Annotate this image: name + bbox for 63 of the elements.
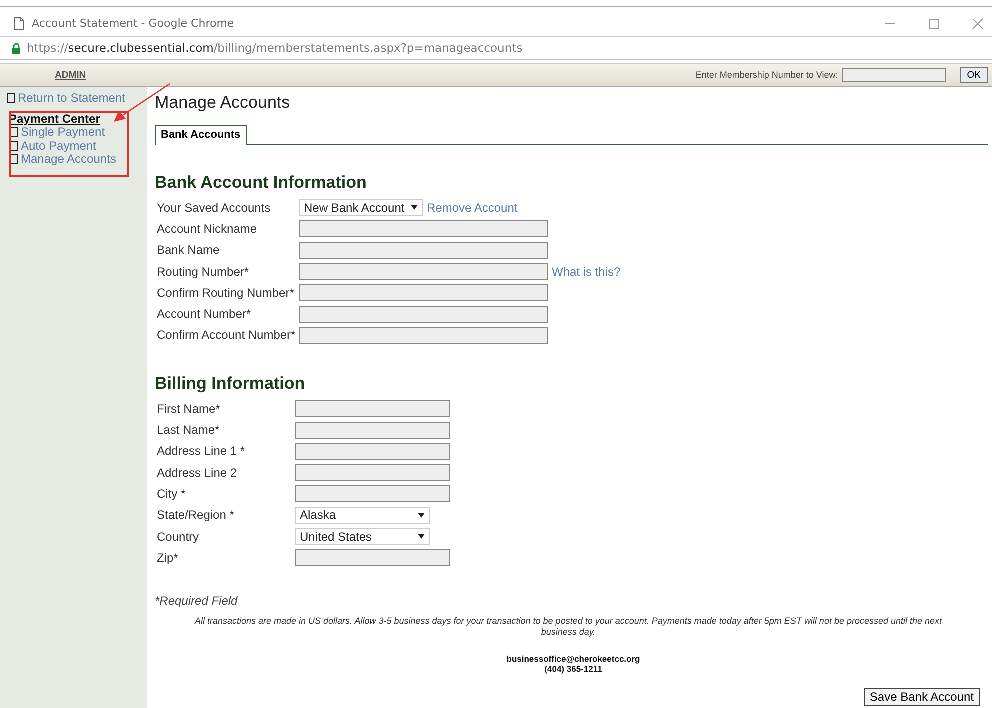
field-label: City * bbox=[157, 486, 187, 501]
bullet-icon bbox=[10, 140, 18, 150]
dropdown[interactable]: United States bbox=[295, 528, 430, 545]
input-field[interactable] bbox=[295, 442, 450, 460]
field-label: Your Saved Accounts bbox=[157, 200, 272, 215]
close-icon[interactable] bbox=[972, 18, 984, 30]
caret-icon bbox=[418, 534, 425, 539]
input-field[interactable] bbox=[299, 242, 548, 259]
membership-field[interactable] bbox=[842, 68, 946, 82]
input-field[interactable] bbox=[299, 326, 548, 344]
field-label: Account Number* bbox=[157, 307, 252, 322]
contact-phone: (404) 365-1211 bbox=[544, 664, 604, 674]
section-heading: Bank Account Information bbox=[155, 173, 368, 193]
help-link[interactable]: Remove Account bbox=[427, 200, 518, 215]
caret-icon bbox=[411, 205, 418, 210]
field-label: Last Name* bbox=[157, 423, 221, 438]
field-label: First Name* bbox=[157, 402, 222, 416]
field-label: Address Line 2 bbox=[157, 466, 238, 480]
field-label: Confirm Routing Number* bbox=[157, 286, 296, 300]
tab[interactable]: Bank Accounts bbox=[155, 125, 247, 145]
sidebar-link[interactable]: Single Payment bbox=[10, 126, 147, 140]
required-note: *Required Field bbox=[155, 594, 239, 608]
url-text[interactable]: https://secure.clubessential.com/billing/memberstatements.aspx?p=manageaccounts bbox=[27, 41, 523, 55]
section-heading: Billing Information bbox=[155, 374, 306, 394]
caret-icon bbox=[418, 512, 425, 518]
input-field[interactable] bbox=[299, 306, 548, 323]
contact-email: businessoffice@cherokeetcc.org bbox=[506, 654, 642, 664]
dropdown[interactable]: Alaska bbox=[295, 506, 430, 524]
input-field[interactable] bbox=[295, 400, 450, 418]
membership-label: Enter Membership Number to View: bbox=[696, 70, 838, 80]
admin-link[interactable]: ADMIN bbox=[55, 70, 86, 80]
page-title: Manage Accounts bbox=[155, 93, 292, 113]
input-field[interactable] bbox=[295, 549, 450, 566]
field-label: Confirm Account Number* bbox=[157, 328, 297, 342]
field-label: Account Nickname bbox=[157, 222, 258, 236]
ok-button[interactable]: OK bbox=[960, 67, 988, 83]
maximize-icon[interactable] bbox=[928, 18, 940, 30]
input-field[interactable] bbox=[299, 220, 548, 238]
disclaimer-text: All transactions are made in US dollars. Allow 3-5 business days for your transaction to be posted to your account. Payments made today after 5pm EST will not be processed until the next business day. bbox=[194, 616, 944, 638]
section-heading: Payment Center bbox=[9, 112, 102, 126]
input-field[interactable] bbox=[299, 263, 548, 280]
return-link[interactable]: Return to Statement bbox=[7, 91, 147, 105]
page-icon bbox=[14, 17, 24, 30]
save-button[interactable]: Save Bank Account bbox=[864, 688, 980, 706]
field-label: State/Region * bbox=[157, 508, 236, 522]
field-label: Country bbox=[157, 530, 200, 544]
input-field[interactable] bbox=[295, 422, 450, 439]
bullet-icon bbox=[10, 127, 18, 137]
input-field[interactable] bbox=[295, 485, 450, 502]
dropdown[interactable]: New Bank Account bbox=[299, 199, 423, 216]
lock-icon bbox=[12, 42, 21, 54]
sidebar-link[interactable]: Auto Payment bbox=[10, 140, 147, 153]
input-field[interactable] bbox=[295, 464, 450, 482]
field-label: Zip* bbox=[157, 550, 180, 565]
help-link[interactable]: What is this? bbox=[552, 264, 621, 279]
field-label: Bank Name bbox=[157, 243, 221, 258]
field-label: Address Line 1 * bbox=[157, 444, 246, 458]
sidebar-link[interactable]: Manage Accounts bbox=[10, 153, 147, 166]
field-label: Routing Number* bbox=[157, 264, 250, 279]
window-title: Account Statement - Google Chrome bbox=[32, 17, 234, 30]
bullet-icon bbox=[10, 154, 18, 164]
bullet-icon bbox=[7, 93, 15, 103]
input-field[interactable] bbox=[299, 284, 548, 302]
